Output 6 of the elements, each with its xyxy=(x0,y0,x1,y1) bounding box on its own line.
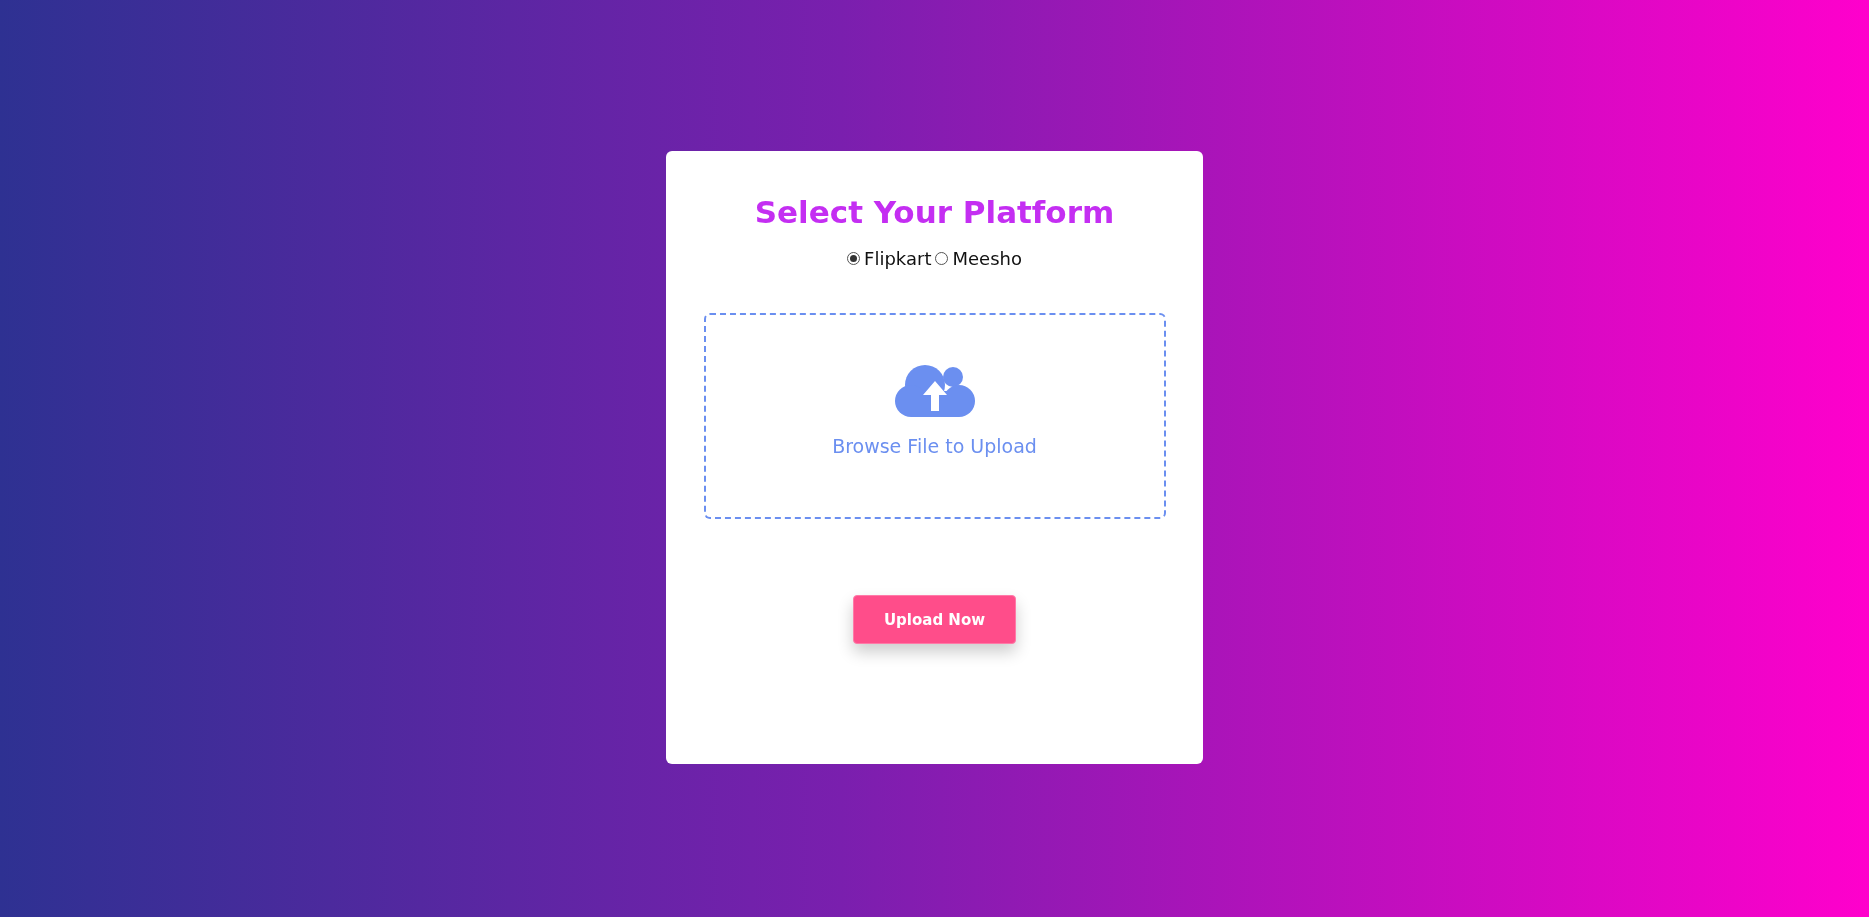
radio-button[interactable] xyxy=(935,252,949,265)
page-title: Select Your Platform xyxy=(754,193,1115,231)
radio-button[interactable] xyxy=(847,252,861,265)
radio-label[interactable]: Meesho xyxy=(952,248,1022,269)
radio-label[interactable]: Flipkart xyxy=(864,248,932,269)
dropzone-label: Browse File to Upload xyxy=(832,435,1037,457)
